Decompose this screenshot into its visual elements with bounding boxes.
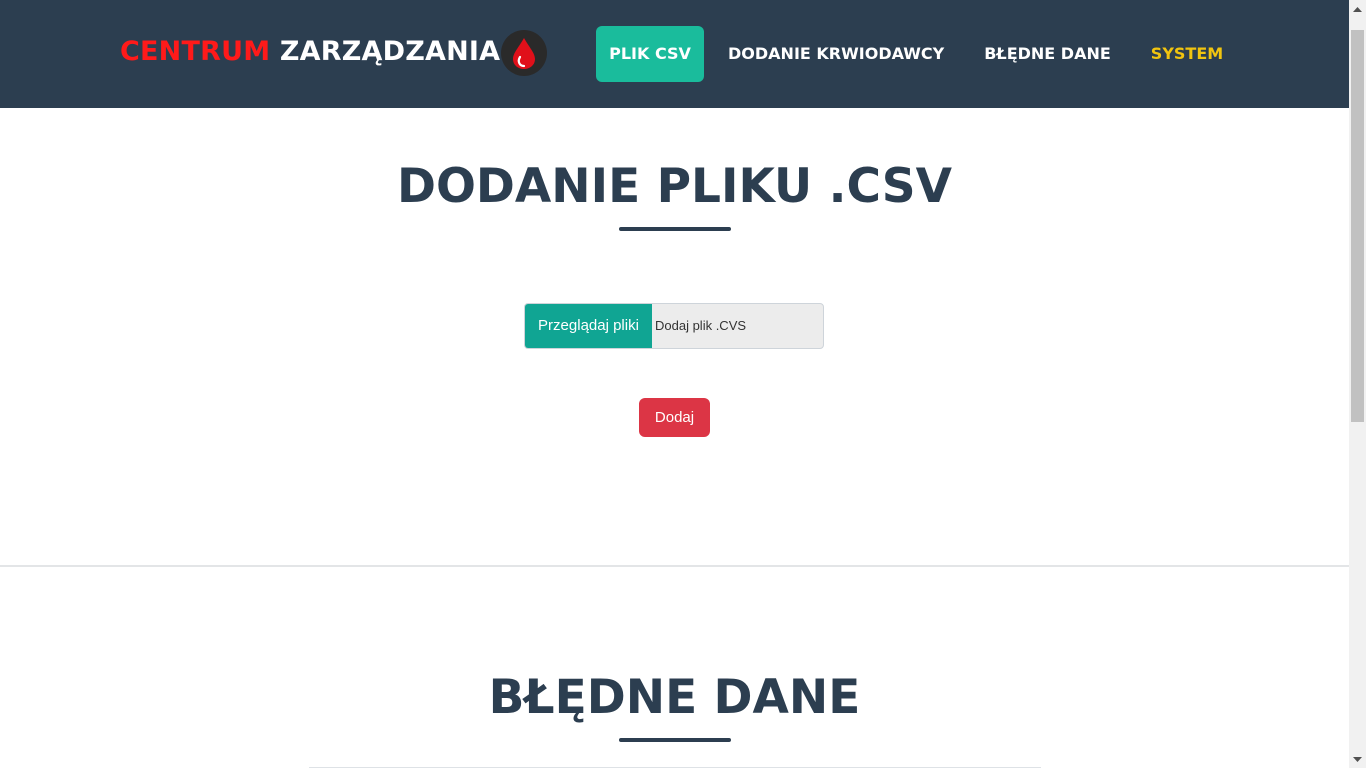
- nav-item-bledne-dane[interactable]: BŁĘDNE DANE: [984, 26, 1111, 82]
- errors-section-title: BŁĘDNE DANE: [488, 670, 861, 725]
- nav-item-system[interactable]: SYSTEM: [1151, 26, 1223, 82]
- file-input-label[interactable]: Dodaj plik .CVS: [652, 304, 746, 348]
- title-divider: [619, 227, 731, 231]
- blood-drop-icon: [501, 30, 547, 76]
- file-upload-group[interactable]: Przeglądaj pliki Dodaj plik .CVS: [524, 303, 824, 349]
- page: CENTRUM ZARZĄDZANIA PLIK CSV DODANIE KRW…: [0, 0, 1349, 768]
- add-file-button[interactable]: Dodaj: [639, 398, 710, 437]
- scrollbar-thumb[interactable]: [1351, 30, 1364, 422]
- scroll-down-arrow-icon[interactable]: [1349, 751, 1366, 768]
- section-divider: [0, 565, 1349, 567]
- title-divider: [619, 738, 731, 742]
- scroll-up-arrow-icon[interactable]: [1349, 0, 1366, 17]
- vertical-scrollbar[interactable]: [1349, 0, 1366, 768]
- browser-viewport: CENTRUM ZARZĄDZANIA PLIK CSV DODANIE KRW…: [0, 0, 1366, 768]
- nav-menu: PLIK CSV DODANIE KRWIODAWCY BŁĘDNE DANE …: [596, 26, 1223, 82]
- browse-files-button[interactable]: Przeglądaj pliki: [525, 304, 652, 348]
- nav-item-dodanie-krwiodawcy[interactable]: DODANIE KRWIODAWCY: [728, 26, 944, 82]
- csv-section-title: DODANIE PLIKU .CSV: [396, 159, 953, 214]
- nav-item-plik-csv[interactable]: PLIK CSV: [596, 26, 704, 82]
- brand-title[interactable]: CENTRUM ZARZĄDZANIA: [120, 34, 500, 70]
- navbar: CENTRUM ZARZĄDZANIA PLIK CSV DODANIE KRW…: [0, 0, 1349, 108]
- brand-title-part1: CENTRUM: [120, 36, 271, 67]
- brand-title-part2: ZARZĄDZANIA: [279, 36, 501, 67]
